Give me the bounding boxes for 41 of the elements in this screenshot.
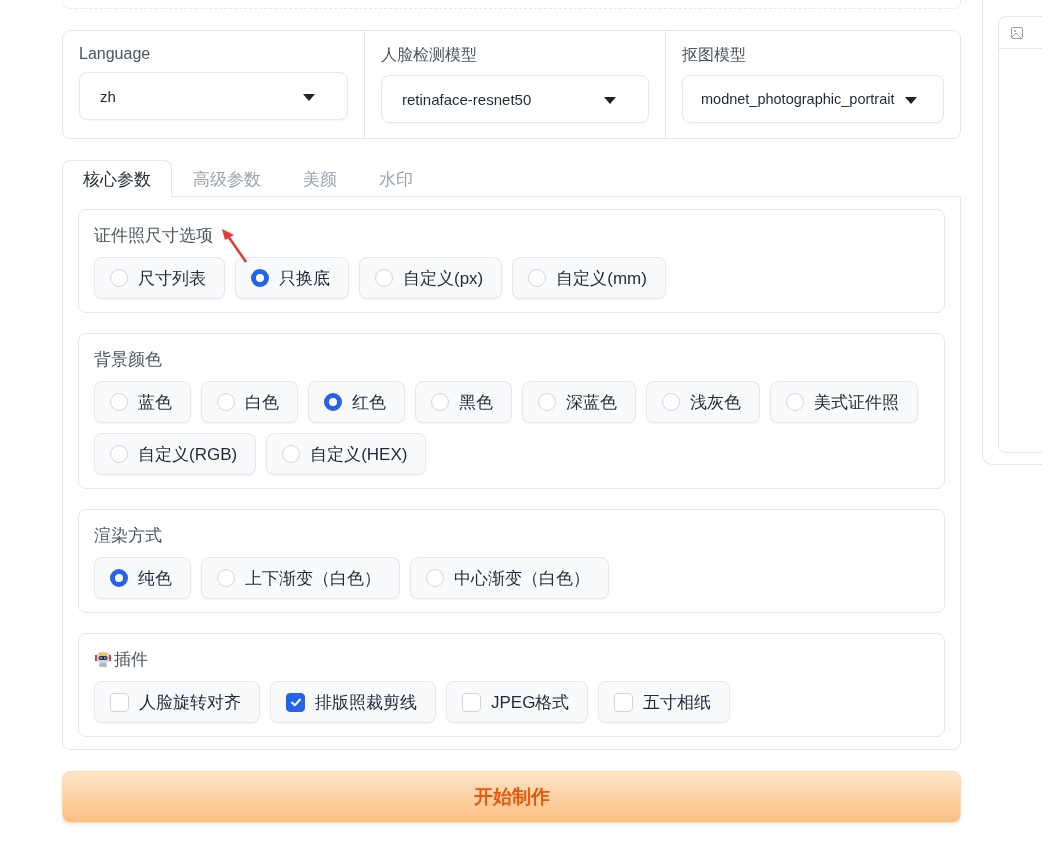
radio-option[interactable]: 浅灰色 [646, 381, 760, 423]
radio-option[interactable]: 蓝色 [94, 381, 191, 423]
checkbox-option[interactable]: 人脸旋转对齐 [94, 681, 260, 723]
radio-option[interactable]: 自定义(RGB) [94, 433, 257, 475]
radio-option[interactable]: 纯色 [94, 557, 191, 599]
radio-option[interactable]: 红色 [308, 381, 405, 423]
tab[interactable]: 核心参数 [62, 160, 172, 197]
dropdown[interactable]: zh [79, 72, 348, 120]
radio-option[interactable]: 中心渐变（白色） [410, 557, 609, 599]
radio-option[interactable]: 自定义(HEX) [266, 433, 427, 475]
checkbox-option[interactable]: JPEG格式 [446, 681, 589, 723]
caret-icon [905, 97, 918, 104]
group-label: 证件照尺寸选项 [94, 224, 213, 247]
image-icon [1011, 26, 1024, 39]
radio-option[interactable]: 尺寸列表 [94, 257, 225, 299]
check-icon [289, 696, 302, 708]
radio-option[interactable]: 上下渐变（白色） [201, 557, 400, 599]
radio-option[interactable]: 自定义(px) [359, 257, 503, 299]
checkbox-option[interactable]: 排版照裁剪线 [270, 681, 436, 723]
radio-option[interactable]: 黑色 [415, 381, 512, 423]
radio-option[interactable]: 白色 [201, 381, 298, 423]
caret-icon [604, 97, 616, 104]
field-label: 人脸检测模型 [381, 45, 478, 65]
field-label: Language [79, 45, 152, 63]
checkbox[interactable] [286, 692, 305, 712]
arrow-annotation [220, 228, 250, 264]
checkbox-option[interactable]: 五寸相纸 [598, 681, 731, 723]
dropdown[interactable]: modnet_photographic_portrait [682, 75, 945, 123]
radio-button[interactable] [251, 269, 269, 287]
field-label: 抠图模型 [682, 45, 747, 65]
group-label: 插件 [114, 648, 148, 671]
radio-option[interactable]: 只换底 [235, 257, 349, 299]
radio-option[interactable]: 美式证件照 [770, 381, 918, 423]
group-label: 背景颜色 [94, 348, 162, 371]
group-label: 渲染方式 [94, 524, 162, 547]
dropdown[interactable]: retinaface-resnet50 [381, 75, 649, 123]
radio-option[interactable]: 自定义(mm) [512, 257, 666, 299]
radio-button[interactable] [110, 569, 128, 587]
caret-icon [303, 94, 315, 101]
radio-option[interactable]: 深蓝色 [522, 381, 636, 423]
radio-button[interactable] [324, 393, 342, 411]
